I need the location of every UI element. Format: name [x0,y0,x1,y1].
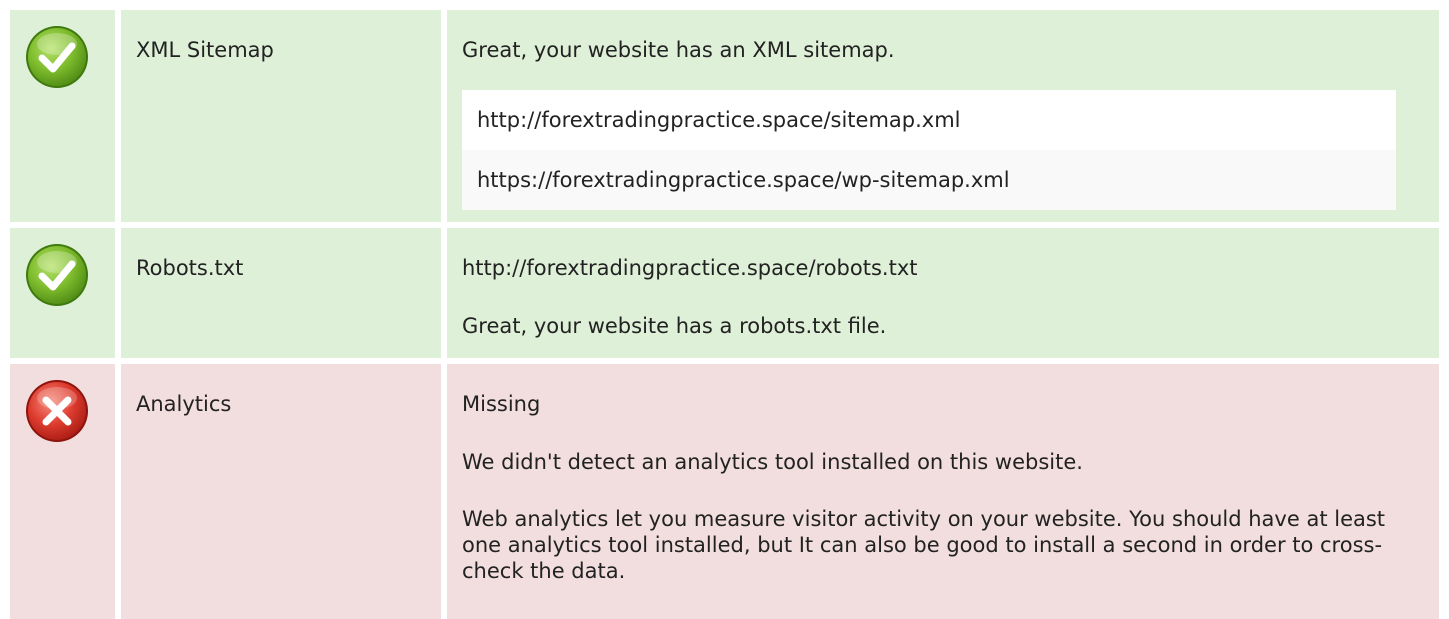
check-label: XML Sitemap [136,38,274,62]
robots-url: http://forextradingpractice.space/robots… [462,256,918,280]
check-row-analytics: Analytics Missing We didn't detect an an… [0,364,1449,619]
status-cell [10,364,115,619]
label-cell: XML Sitemap [121,10,441,222]
sitemap-url-list: http://forextradingpractice.space/sitema… [462,90,1396,210]
cross-icon [24,378,90,444]
check-row-robots-txt: Robots.txt http://forextradingpractice.s… [0,228,1449,358]
check-icon [24,24,90,90]
check-message: We didn't detect an analytics tool insta… [462,450,1083,474]
seo-report: XML Sitemap Great, your website has an X… [0,0,1449,619]
sitemap-url: http://forextradingpractice.space/sitema… [462,90,1396,150]
status-cell [10,228,115,358]
status-cell [10,10,115,222]
status-text: Missing [462,392,541,416]
check-message: Great, your website has a robots.txt fil… [462,314,887,338]
check-detail: Web analytics let you measure visitor ac… [462,507,1386,583]
label-cell: Analytics [121,364,441,619]
content-cell: Great, your website has an XML sitemap. … [447,10,1439,222]
check-row-xml-sitemap: XML Sitemap Great, your website has an X… [0,10,1449,222]
check-label: Robots.txt [136,256,244,280]
check-message: Great, your website has an XML sitemap. [462,38,895,62]
content-cell: http://forextradingpractice.space/robots… [447,228,1439,358]
label-cell: Robots.txt [121,228,441,358]
content-cell: Missing We didn't detect an analytics to… [447,364,1439,619]
check-label: Analytics [136,392,232,416]
sitemap-url: https://forextradingpractice.space/wp-si… [462,150,1396,210]
check-icon [24,242,90,308]
